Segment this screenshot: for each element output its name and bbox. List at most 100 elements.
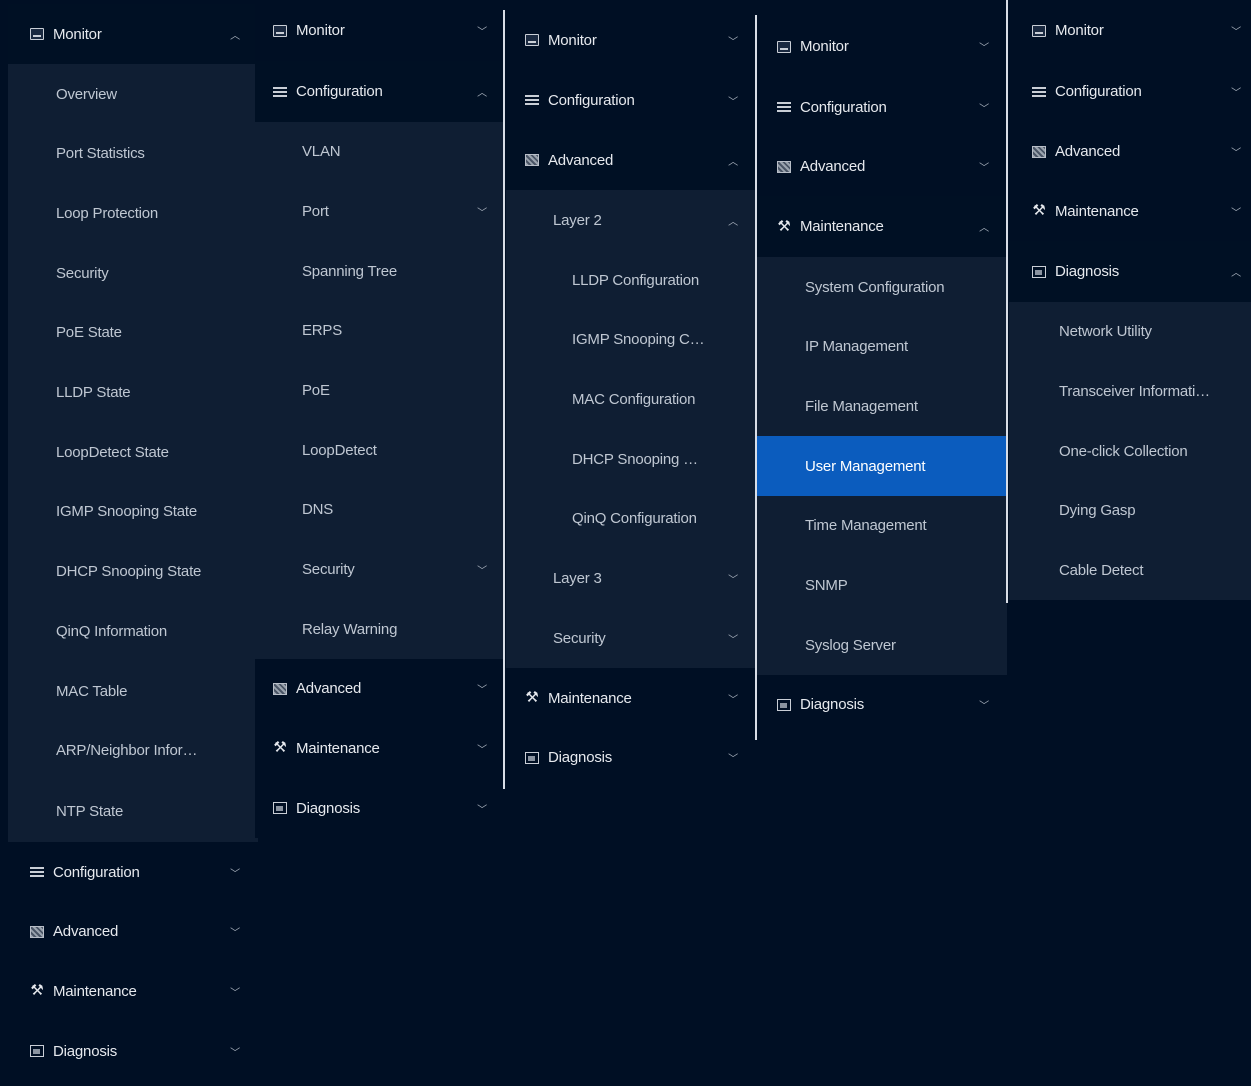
submenu-ip-management[interactable]: IP Management [757, 317, 1007, 376]
submenu-dhcp-snooping-state[interactable]: DHCP Snooping State [8, 541, 258, 601]
monitor-icon [273, 24, 287, 37]
submenu-security[interactable]: Security ﹀ [506, 608, 756, 668]
submenu-one-click-collection[interactable]: One-click Collection [1009, 421, 1251, 481]
menu-diagnosis[interactable]: Diagnosis ﹀ [255, 778, 505, 838]
menu-maintenance[interactable]: ⚒ Maintenance ﹀ [255, 718, 505, 778]
submenu-loopdetect[interactable]: LoopDetect [255, 420, 505, 480]
submenu-dying-gasp[interactable]: Dying Gasp [1009, 481, 1251, 540]
menu-maintenance[interactable]: ⚒ Maintenance ﹀ [506, 668, 756, 728]
submenu-relay-warning[interactable]: Relay Warning [255, 599, 505, 659]
menu-advanced[interactable]: Advanced ﹀ [8, 902, 258, 961]
submenu-dns[interactable]: DNS [255, 480, 505, 539]
menu-configuration[interactable]: Configuration ﹀ [1009, 61, 1251, 122]
submenu-label: Port [302, 202, 329, 220]
submenu-cable-detect[interactable]: Cable Detect [1009, 540, 1251, 600]
submenu-qinq-information[interactable]: QinQ Information [8, 601, 258, 661]
submenu-loopdetect-state[interactable]: LoopDetect State [8, 422, 258, 482]
submenu-label: MAC Configuration [572, 390, 696, 408]
menu-configuration-label: Configuration [1055, 83, 1142, 100]
advanced-icon [30, 925, 44, 938]
maintenance-icon: ⚒ [777, 217, 791, 235]
submenu-igmp-snooping[interactable]: IGMP Snooping C… [506, 310, 756, 369]
submenu-ntp-state[interactable]: NTP State [8, 780, 258, 842]
menu-diagnosis[interactable]: Diagnosis ﹀ [757, 675, 1007, 734]
menu-monitor-label: Monitor [548, 31, 597, 49]
submenu-lldp-configuration[interactable]: LLDP Configuration [506, 250, 756, 310]
submenu-arp-neighbor[interactable]: ARP/Neighbor Infor… [8, 721, 258, 780]
submenu-system-configuration[interactable]: System Configuration [757, 257, 1007, 317]
submenu-poe[interactable]: PoE [255, 360, 505, 420]
submenu-transceiver-information[interactable]: Transceiver Informati… [1009, 361, 1251, 421]
advanced-icon [777, 160, 791, 173]
submenu-snmp[interactable]: SNMP [757, 555, 1007, 615]
submenu-lldp-state[interactable]: LLDP State [8, 362, 258, 422]
submenu-dhcp-snooping[interactable]: DHCP Snooping … [506, 429, 756, 489]
submenu-port-statistics[interactable]: Port Statistics [8, 124, 258, 183]
menu-advanced[interactable]: Advanced ﹀ [1009, 122, 1251, 181]
menu-advanced-label: Advanced [296, 680, 362, 697]
submenu-network-utility[interactable]: Network Utility [1009, 302, 1251, 361]
menu-configuration[interactable]: Configuration ﹀ [506, 70, 756, 130]
menu-monitor[interactable]: Monitor ﹀ [506, 10, 756, 70]
menu-configuration-label: Configuration [800, 98, 887, 116]
menu-monitor[interactable]: Monitor ﹀ [255, 0, 505, 61]
submenu-qinq-configuration[interactable]: QinQ Configuration [506, 489, 756, 548]
maintenance-icon: ⚒ [273, 739, 287, 756]
submenu-label: PoE State [56, 324, 122, 341]
submenu-poe-state[interactable]: PoE State [8, 303, 258, 362]
submenu-overview[interactable]: Overview [8, 64, 258, 124]
menu-configuration-label: Configuration [53, 863, 140, 881]
menu-diagnosis[interactable]: Diagnosis ﹀ [506, 728, 756, 787]
panel-divider [1006, 0, 1008, 603]
submenu-mac-configuration[interactable]: MAC Configuration [506, 369, 756, 429]
menu-monitor[interactable]: Monitor ﹀ [757, 16, 1007, 77]
submenu-security[interactable]: Security ﹀ [255, 539, 505, 599]
chevron-up-icon: ︿ [728, 216, 738, 228]
menu-configuration[interactable]: Configuration ﹀ [757, 77, 1007, 137]
diagnosis-icon [1032, 265, 1046, 278]
menu-maintenance[interactable]: ⚒ Maintenance ︿ [757, 196, 1007, 257]
submenu-file-management[interactable]: File Management [757, 376, 1007, 436]
submenu-security[interactable]: Security [8, 243, 258, 303]
submenu-label: Time Management [805, 517, 927, 534]
submenu-time-management[interactable]: Time Management [757, 496, 1007, 555]
submenu-mac-table[interactable]: MAC Table [8, 661, 258, 721]
menu-maintenance[interactable]: ⚒ Maintenance ﹀ [8, 961, 258, 1021]
submenu-spanning-tree[interactable]: Spanning Tree [255, 241, 505, 301]
menu-panel-diagnosis: Monitor ﹀ Configuration ﹀ Advanced ﹀ ⚒ M… [1009, 0, 1251, 600]
chevron-down-icon: ﹀ [477, 685, 487, 696]
submenu-label: QinQ Information [56, 622, 168, 640]
chevron-down-icon: ﹀ [728, 574, 738, 586]
menu-monitor[interactable]: Monitor ︿ [8, 4, 258, 64]
chevron-down-icon: ﹀ [1231, 88, 1241, 99]
menu-diagnosis[interactable]: Diagnosis ︿ [1009, 241, 1251, 302]
menu-diagnosis[interactable]: Diagnosis ﹀ [8, 1021, 258, 1081]
menu-advanced[interactable]: Advanced ︿ [506, 130, 756, 190]
submenu-syslog-server[interactable]: Syslog Server [757, 615, 1007, 675]
submenu-port[interactable]: Port ﹀ [255, 181, 505, 241]
chevron-down-icon: ﹀ [979, 103, 989, 115]
chevron-down-icon: ﹀ [1231, 27, 1241, 38]
menu-maintenance-label: Maintenance [548, 689, 632, 707]
menu-maintenance-label: Maintenance [53, 982, 137, 1000]
submenu-erps[interactable]: ERPS [255, 301, 505, 360]
menu-configuration[interactable]: Configuration ﹀ [8, 842, 258, 902]
submenu-igmp-snooping-state[interactable]: IGMP Snooping State [8, 482, 258, 541]
chevron-down-icon: ﹀ [728, 694, 738, 706]
submenu-label: Spanning Tree [302, 262, 397, 280]
menu-advanced[interactable]: Advanced ﹀ [255, 659, 505, 718]
submenu-layer3[interactable]: Layer 3 ﹀ [506, 548, 756, 608]
submenu-user-management[interactable]: User Management [757, 436, 1007, 496]
submenu-layer2[interactable]: Layer 2 ︿ [506, 190, 756, 250]
submenu-label: LLDP State [56, 383, 131, 401]
menu-configuration[interactable]: Configuration ︿ [255, 61, 505, 122]
submenu-loop-protection[interactable]: Loop Protection [8, 183, 258, 243]
submenu-vlan[interactable]: VLAN [255, 122, 505, 181]
submenu-label: IP Management [805, 338, 909, 355]
submenu-label: ARP/Neighbor Infor… [56, 742, 198, 759]
menu-monitor[interactable]: Monitor ﹀ [1009, 0, 1251, 61]
menu-advanced[interactable]: Advanced ﹀ [757, 137, 1007, 196]
menu-maintenance[interactable]: ⚒ Maintenance ﹀ [1009, 181, 1251, 241]
submenu-label: Overview [56, 85, 117, 103]
menu-panel-monitor: Monitor ︿ Overview Port Statistics Loop … [8, 4, 258, 1081]
